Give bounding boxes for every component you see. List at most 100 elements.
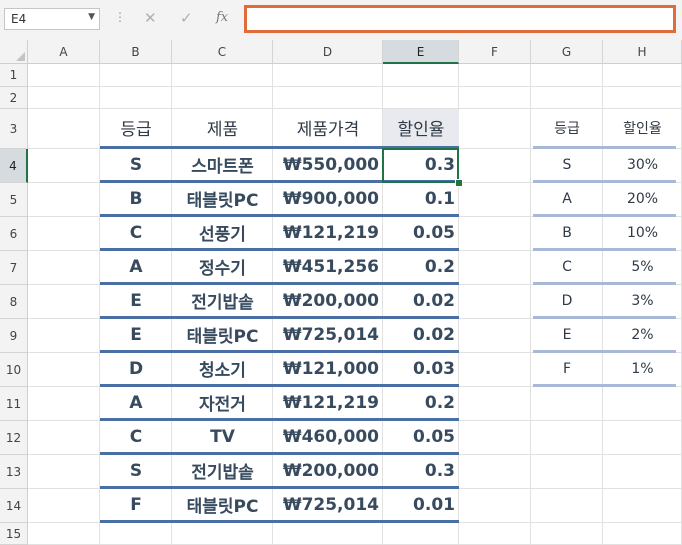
formula-bar-area: E4 ▼ ⋮ ✕ ✓ fx: [0, 0, 682, 40]
table-cell[interactable]: 0.1: [383, 183, 459, 214]
table-cell[interactable]: A: [100, 251, 172, 282]
table-cell[interactable]: 전기밥솥: [172, 285, 273, 316]
table-cell[interactable]: 0.02: [383, 319, 459, 350]
chevron-down-icon[interactable]: ▼: [88, 12, 95, 22]
table-cell[interactable]: TV: [172, 421, 273, 452]
column-header-a[interactable]: A: [28, 40, 100, 64]
table-cell[interactable]: 청소기: [172, 353, 273, 384]
row-header-8[interactable]: 8: [0, 285, 28, 319]
table-header-cell: 할인율: [383, 109, 459, 146]
cancel-icon[interactable]: ✕: [144, 9, 157, 27]
table-cell[interactable]: 0.05: [383, 421, 459, 452]
lookup-cell[interactable]: D: [531, 285, 603, 316]
row-header-10[interactable]: 10: [0, 353, 28, 387]
grip-icon: ⋮: [114, 10, 126, 24]
lookup-cell[interactable]: 1%: [603, 353, 682, 384]
table-cell[interactable]: 태블릿PC: [172, 489, 273, 520]
lookup-border: [533, 384, 676, 387]
table-cell[interactable]: 0.02: [383, 285, 459, 316]
table-cell[interactable]: ₩725,014: [273, 489, 383, 520]
row-header-7[interactable]: 7: [0, 251, 28, 285]
table-cell[interactable]: 0.01: [383, 489, 459, 520]
row-header-9[interactable]: 9: [0, 319, 28, 353]
table-cell[interactable]: 0.2: [383, 251, 459, 282]
lookup-cell[interactable]: E: [531, 319, 603, 350]
row-header-14[interactable]: 14: [0, 489, 28, 523]
table-cell[interactable]: B: [100, 183, 172, 214]
table-cell[interactable]: ₩200,000: [273, 455, 383, 486]
column-header-c[interactable]: C: [172, 40, 273, 64]
row-header-11[interactable]: 11: [0, 387, 28, 421]
table-header-cell: 제품가격: [296, 120, 360, 140]
row-header-12[interactable]: 12: [0, 421, 28, 455]
lookup-cell[interactable]: F: [531, 353, 603, 384]
lookup-cell[interactable]: 10%: [603, 217, 682, 248]
table-cell[interactable]: 태블릿PC: [172, 319, 273, 350]
gridline-horizontal: [28, 86, 682, 87]
table-cell[interactable]: F: [100, 489, 172, 520]
table-header-cell: 제품: [206, 120, 239, 140]
column-header-h[interactable]: H: [603, 40, 682, 64]
lookup-cell[interactable]: 3%: [603, 285, 682, 316]
select-all-button[interactable]: [0, 40, 28, 64]
table-cell[interactable]: 선풍기: [172, 217, 273, 248]
table-cell[interactable]: C: [100, 217, 172, 248]
lookup-cell[interactable]: 20%: [603, 183, 682, 214]
table-cell[interactable]: D: [100, 353, 172, 384]
row-header-15[interactable]: 15: [0, 523, 28, 545]
table-cell[interactable]: 자전거: [172, 387, 273, 418]
lookup-cell[interactable]: 2%: [603, 319, 682, 350]
table-header-cell: 등급: [120, 120, 152, 140]
column-header-e[interactable]: E: [383, 40, 459, 64]
column-header-b[interactable]: B: [100, 40, 172, 64]
row-header-3[interactable]: 3: [0, 109, 28, 149]
table-cell[interactable]: 태블릿PC: [172, 183, 273, 214]
table-cell[interactable]: ₩121,219: [273, 217, 383, 248]
formula-input[interactable]: [244, 5, 676, 33]
lookup-header-cell: 할인율: [623, 120, 662, 137]
table-border: [100, 520, 459, 523]
lookup-cell[interactable]: S: [531, 149, 603, 180]
active-cell-selection[interactable]: [382, 148, 459, 183]
row-header-4[interactable]: 4: [0, 149, 28, 183]
column-header-g[interactable]: G: [531, 40, 603, 64]
column-header-f[interactable]: F: [459, 40, 531, 64]
row-header-2[interactable]: 2: [0, 87, 28, 109]
table-cell[interactable]: 스마트폰: [172, 149, 273, 180]
insert-function-icon[interactable]: fx: [216, 10, 228, 25]
table-cell[interactable]: S: [100, 149, 172, 180]
table-cell[interactable]: ₩121,000: [273, 353, 383, 384]
row-header-5[interactable]: 5: [0, 183, 28, 217]
worksheet-grid[interactable]: A B C D E F G H 1 2 3 4 5 6 7 8 9 10 11 12 13 14 15 등급 제품 제품가격 할인율…: [0, 40, 682, 545]
column-header-d[interactable]: D: [273, 40, 383, 64]
table-cell[interactable]: E: [100, 285, 172, 316]
fill-handle[interactable]: [455, 179, 463, 187]
table-cell[interactable]: ₩200,000: [273, 285, 383, 316]
table-cell[interactable]: 0.05: [383, 217, 459, 248]
table-cell[interactable]: ₩900,000: [273, 183, 383, 214]
table-cell[interactable]: ₩451,256: [273, 251, 383, 282]
table-cell[interactable]: 전기밥솥: [172, 455, 273, 486]
table-cell[interactable]: ₩121,219: [273, 387, 383, 418]
name-box[interactable]: E4 ▼: [4, 8, 100, 30]
table-cell[interactable]: 정수기: [172, 251, 273, 282]
table-cell[interactable]: S: [100, 455, 172, 486]
row-header-6[interactable]: 6: [0, 217, 28, 251]
table-cell[interactable]: 0.2: [383, 387, 459, 418]
lookup-cell[interactable]: C: [531, 251, 603, 282]
row-header-1[interactable]: 1: [0, 64, 28, 87]
table-cell[interactable]: A: [100, 387, 172, 418]
table-cell[interactable]: C: [100, 421, 172, 452]
row-header-13[interactable]: 13: [0, 455, 28, 489]
table-cell[interactable]: 0.3: [383, 455, 459, 486]
table-cell[interactable]: E: [100, 319, 172, 350]
lookup-cell[interactable]: 5%: [603, 251, 682, 282]
enter-icon[interactable]: ✓: [180, 9, 193, 27]
lookup-cell[interactable]: A: [531, 183, 603, 214]
table-cell[interactable]: 0.03: [383, 353, 459, 384]
table-cell[interactable]: ₩550,000: [273, 149, 383, 180]
lookup-cell[interactable]: B: [531, 217, 603, 248]
table-cell[interactable]: ₩725,014: [273, 319, 383, 350]
lookup-cell[interactable]: 30%: [603, 149, 682, 180]
table-cell[interactable]: ₩460,000: [273, 421, 383, 452]
